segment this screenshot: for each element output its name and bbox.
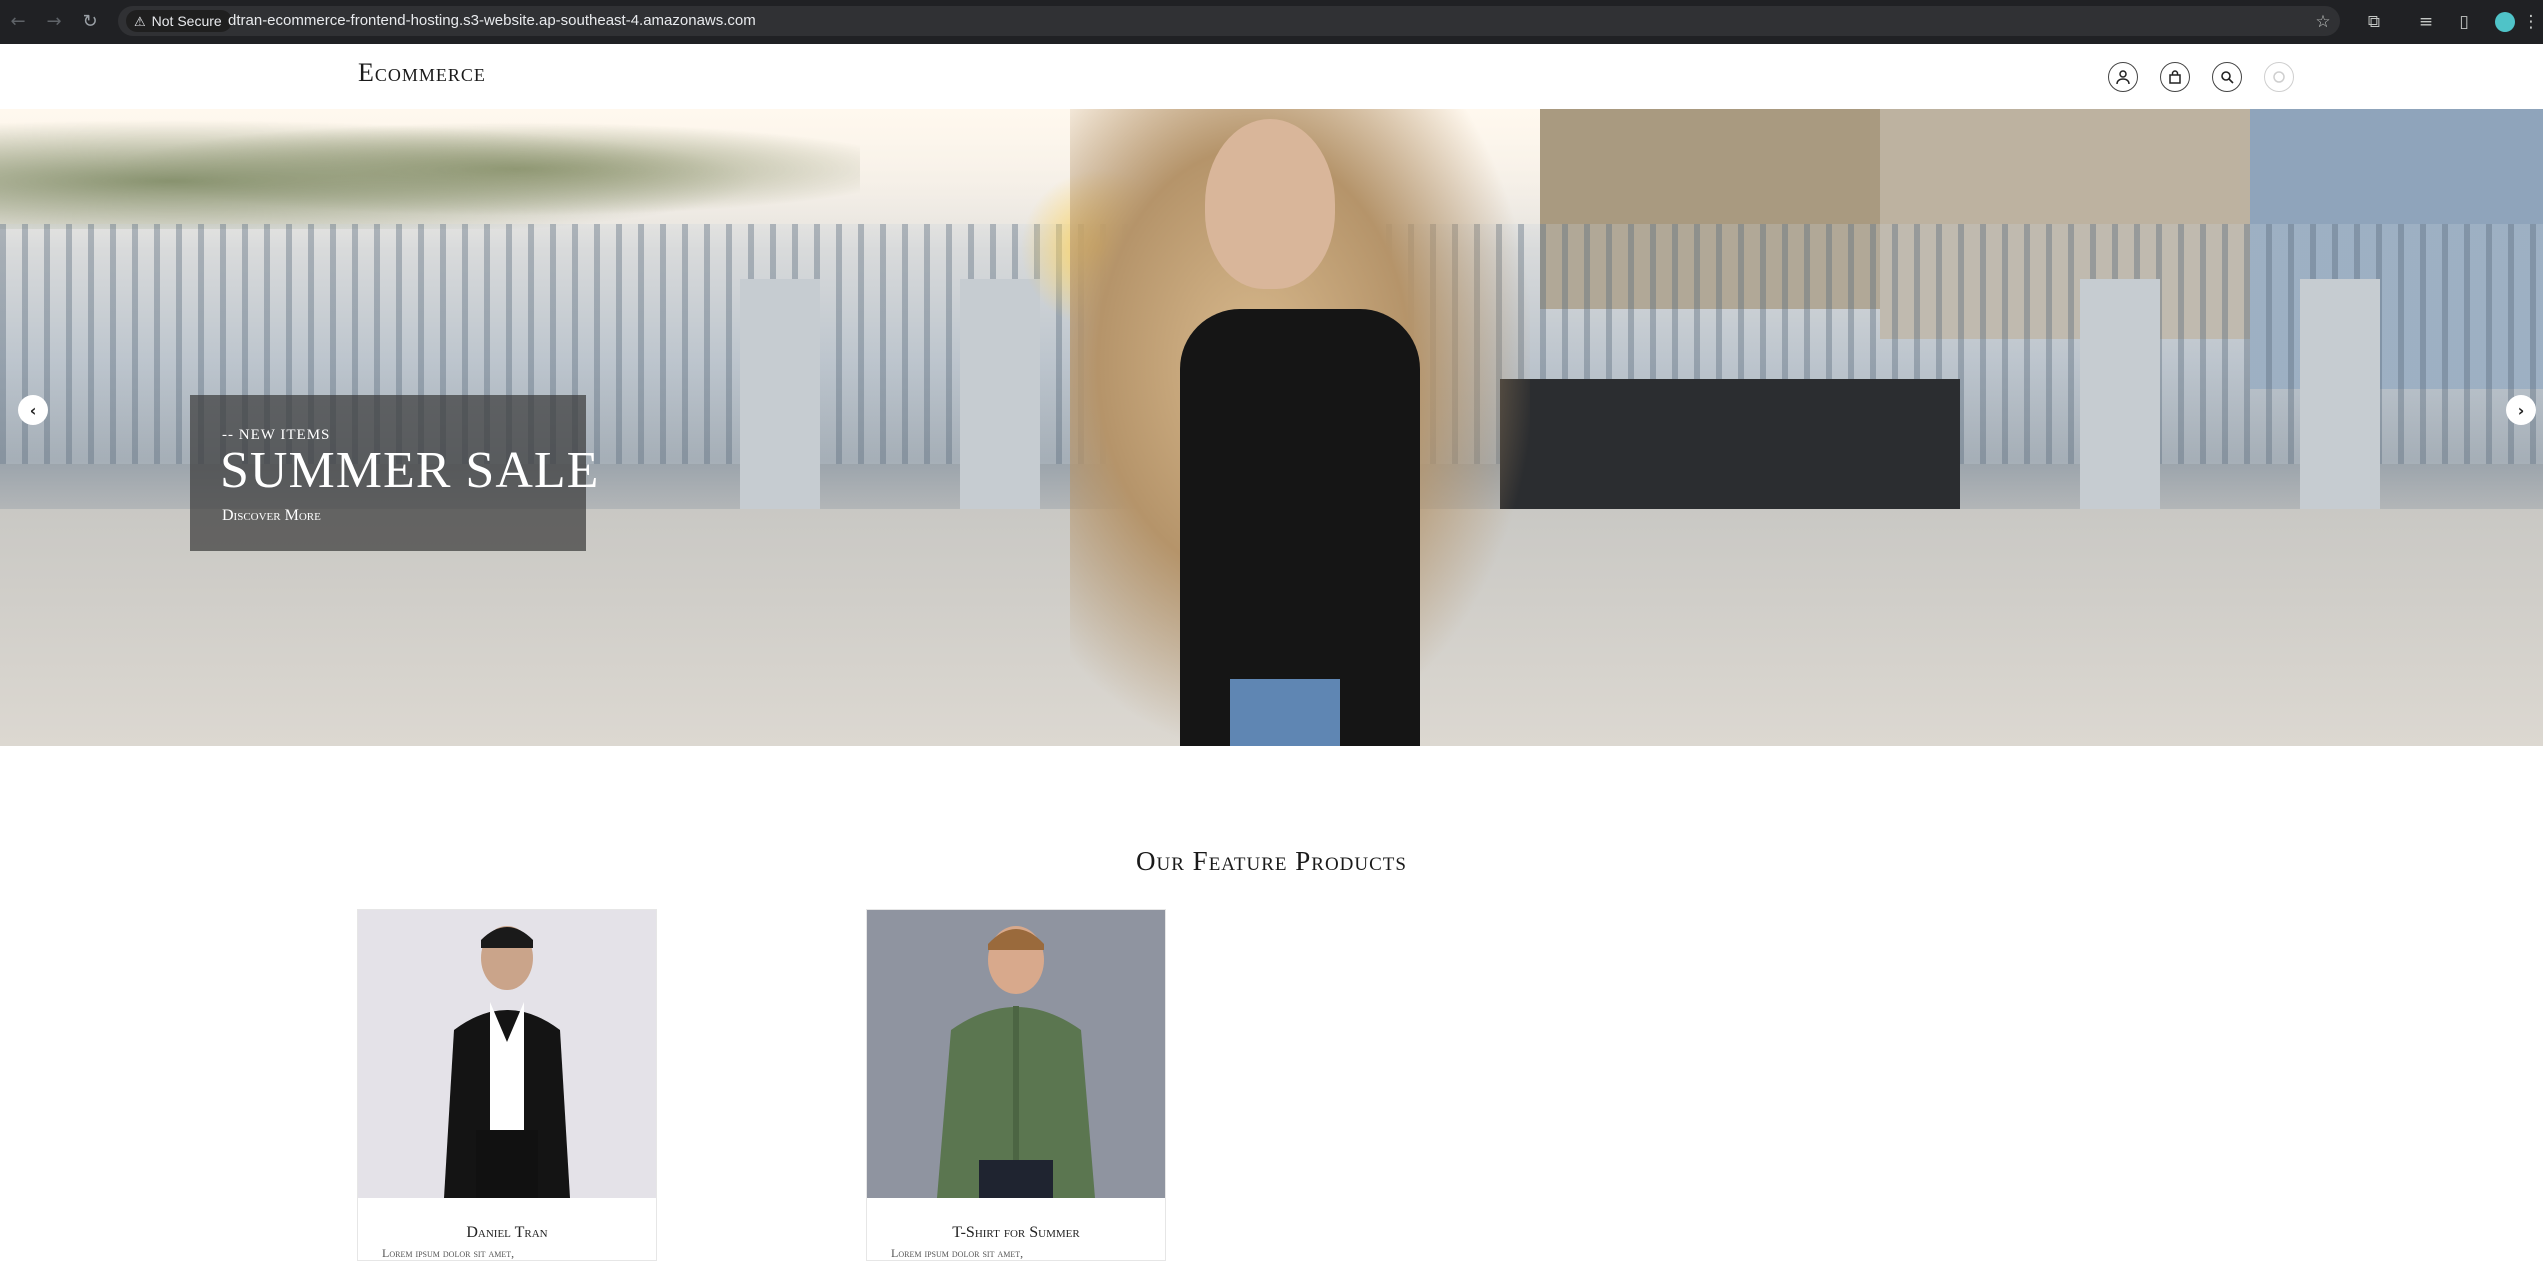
product-name[interactable]: T-Shirt for Summer xyxy=(867,1224,1165,1242)
bookmark-star-icon[interactable]: ☆ xyxy=(2311,10,2335,34)
product-figure xyxy=(867,910,1165,1198)
back-icon[interactable]: ← xyxy=(6,10,30,34)
hero-trees xyxy=(0,109,860,229)
profile-avatar[interactable] xyxy=(2495,12,2515,32)
product-description: Lorem ipsum dolor sit amet, xyxy=(891,1246,1024,1260)
section-title: Our Feature Products xyxy=(1136,846,1407,876)
address-bar[interactable]: ⚠ Not Secure dtran-ecommerce-frontend-hos… xyxy=(118,6,2340,36)
menu-kebab-icon[interactable]: ⋮ xyxy=(2522,10,2540,34)
hero-carousel: -- NEW ITEMS SUMMER SALE Discover More ‹… xyxy=(0,109,2543,746)
bag-icon[interactable] xyxy=(2160,62,2190,92)
search-icon[interactable] xyxy=(2212,62,2242,92)
product-card[interactable]: Daniel Tran Lorem ipsum dolor sit amet, xyxy=(357,909,657,1261)
bag-glyph xyxy=(2169,70,2181,84)
forward-icon[interactable]: → xyxy=(42,10,66,34)
search-glyph xyxy=(2221,71,2234,84)
user-icon[interactable] xyxy=(2108,62,2138,92)
product-image[interactable] xyxy=(867,910,1165,1198)
product-card[interactable]: T-Shirt for Summer Lorem ipsum dolor sit… xyxy=(866,909,1166,1261)
side-panel-icon[interactable]: ▯ xyxy=(2452,10,2476,34)
discover-more-link[interactable]: Discover More xyxy=(222,507,321,525)
chevron-left-icon: ‹ xyxy=(29,400,37,420)
url-text[interactable]: dtran-ecommerce-frontend-hosting.s3-webs… xyxy=(228,6,756,36)
hero-model-head xyxy=(1205,119,1335,289)
product-figure xyxy=(358,910,656,1198)
user-glyph xyxy=(2116,70,2130,85)
hero-model-jeans xyxy=(1230,679,1340,746)
reload-icon[interactable]: ↻ xyxy=(78,10,102,34)
chevron-right-icon: › xyxy=(2517,400,2525,420)
extensions-icon[interactable]: ⧉ xyxy=(2362,10,2386,34)
promo-banner: -- NEW ITEMS SUMMER SALE Discover More xyxy=(190,395,598,551)
security-indicator[interactable]: ⚠ Not Secure xyxy=(126,10,232,32)
promo-headline: SUMMER SALE xyxy=(220,442,600,499)
product-description: Lorem ipsum dolor sit amet, xyxy=(382,1246,515,1260)
hero-tunnel xyxy=(1500,379,1960,519)
carousel-next-button[interactable]: › xyxy=(2506,395,2536,425)
warning-icon: ⚠ xyxy=(134,14,146,29)
site-logo[interactable]: Ecommerce xyxy=(358,58,486,88)
browser-toolbar: ← → ↻ ⚠ Not Secure dtran-ecommerce-fronte… xyxy=(0,0,2543,44)
site-header: Ecommerce xyxy=(0,44,2543,109)
loading-glyph xyxy=(2273,71,2285,83)
product-image[interactable] xyxy=(358,910,656,1198)
loading-icon[interactable] xyxy=(2264,62,2294,92)
carousel-prev-button[interactable]: ‹ xyxy=(18,395,48,425)
product-name[interactable]: Daniel Tran xyxy=(358,1224,656,1242)
media-icon[interactable]: ≡ xyxy=(2414,10,2438,34)
